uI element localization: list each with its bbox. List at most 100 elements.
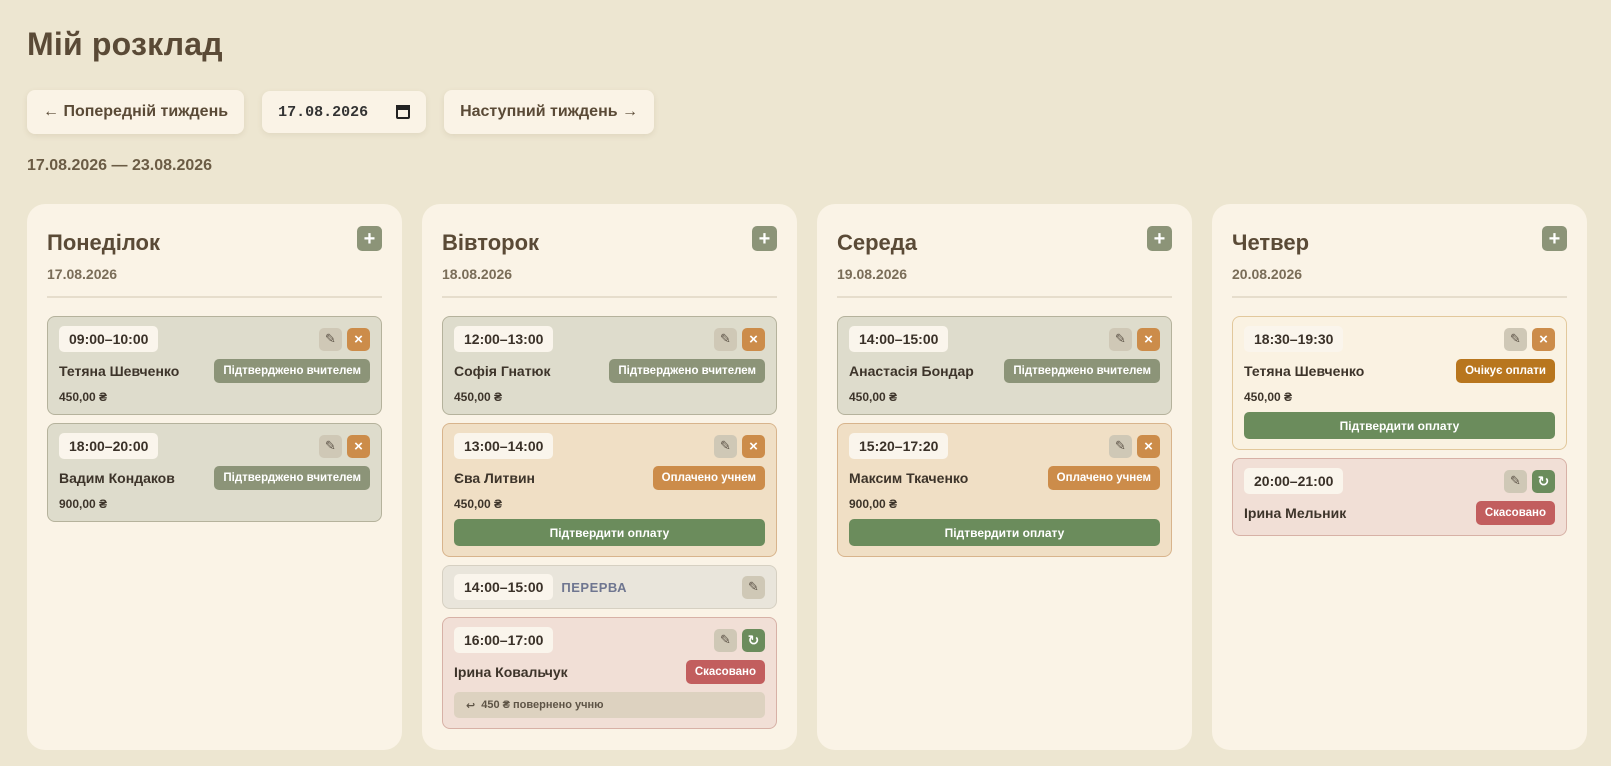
schedule-page: Мій розклад ← Попередній тиждень 17.08.2… [0, 0, 1611, 766]
lesson-price: 450,00 ₴ [59, 390, 108, 404]
pencil-icon[interactable]: ✎ [319, 434, 342, 458]
lesson-price: 450,00 ₴ [849, 390, 898, 404]
student-name: Тетяна Шевченко [1244, 363, 1365, 379]
lesson-card[interactable]: 16:00–17:00 ✎ ↻ Ірина Ковальчук Скасован… [442, 617, 777, 729]
status-badge: Скасовано [1475, 501, 1555, 525]
lesson-price: 450,00 ₴ [454, 390, 503, 404]
close-icon[interactable]: × [1137, 327, 1160, 351]
lesson-time: 18:30–19:30 [1244, 326, 1344, 352]
status-badge: Скасовано [685, 660, 765, 684]
plus-icon: + [1548, 227, 1561, 250]
close-icon[interactable]: × [1137, 434, 1160, 458]
plus-icon: + [758, 227, 771, 250]
student-name: Ірина Ковальчук [454, 664, 568, 680]
calendar-icon[interactable] [396, 105, 411, 119]
confirm-payment-button[interactable]: Підтвердити оплату [849, 519, 1160, 546]
lesson-time: 16:00–17:00 [454, 627, 554, 653]
lesson-card[interactable]: 14:00–15:00 ✎ × Анастасія Бондар Підтвер… [837, 316, 1172, 415]
lesson-card[interactable]: 20:00–21:00 ✎ ↻ Ірина Мельник Скасовано [1232, 458, 1567, 536]
add-lesson-button[interactable]: + [357, 226, 382, 251]
pencil-icon[interactable]: ✎ [714, 434, 737, 458]
close-icon[interactable]: × [347, 327, 370, 351]
lesson-card[interactable]: 12:00–13:00 ✎ × Софія Гнатюк Підтверджен… [442, 316, 777, 415]
add-lesson-button[interactable]: + [1147, 226, 1172, 251]
close-icon[interactable]: × [1532, 327, 1555, 351]
student-name: Єва Литвин [454, 470, 536, 486]
confirm-payment-button[interactable]: Підтвердити оплату [454, 519, 765, 546]
week-navigation: ← Попередній тиждень 17.08.2026 Наступни… [27, 90, 655, 134]
status-badge: Очікує оплати [1456, 359, 1555, 383]
pencil-icon[interactable]: ✎ [1109, 327, 1132, 351]
lesson-card[interactable]: 13:00–14:00 ✎ × Єва Литвин Оплачено учне… [442, 423, 777, 557]
pencil-icon[interactable]: ✎ [319, 327, 342, 351]
lesson-time: 18:00–20:00 [59, 433, 159, 459]
add-lesson-button[interactable]: + [752, 226, 777, 251]
lesson-price: 900,00 ₴ [849, 497, 898, 511]
day-column-tuesday: Вівторок + 18.08.2026 12:00–13:00 ✎ × Со… [422, 204, 797, 750]
divider [47, 296, 382, 298]
day-date: 17.08.2026 [47, 266, 118, 282]
student-name: Вадим Кондаков [59, 470, 175, 486]
day-date: 18.08.2026 [442, 266, 513, 282]
page-title: Мій розклад [27, 26, 223, 62]
day-date: 19.08.2026 [837, 266, 908, 282]
break-time: 14:00–15:00 [454, 574, 554, 600]
date-picker-value: 17.08.2026 [278, 103, 369, 121]
pencil-icon[interactable]: ✎ [714, 327, 737, 351]
student-name: Максим Ткаченко [849, 470, 969, 486]
day-name: Вівторок [442, 230, 540, 255]
status-badge: Оплачено учнем [1047, 466, 1160, 490]
close-icon[interactable]: × [742, 434, 765, 458]
day-name: Середа [837, 230, 917, 255]
lesson-price: 450,00 ₴ [1244, 390, 1293, 404]
week-range: 17.08.2026 — 23.08.2026 [27, 157, 213, 174]
restore-icon[interactable]: ↻ [742, 628, 765, 652]
lesson-card[interactable]: 18:00–20:00 ✎ × Вадим Кондаков Підтвердж… [47, 423, 382, 522]
status-badge: Підтверджено вчителем [1004, 359, 1160, 383]
day-date: 20.08.2026 [1232, 266, 1303, 282]
status-badge: Підтверджено вчителем [609, 359, 765, 383]
restore-icon[interactable]: ↻ [1532, 469, 1555, 493]
divider [837, 296, 1172, 298]
lesson-time: 15:20–17:20 [849, 433, 949, 459]
previous-week-button[interactable]: ← Попередній тиждень [27, 90, 245, 134]
plus-icon: + [363, 227, 376, 250]
next-week-button[interactable]: Наступний тиждень → [444, 90, 655, 134]
lesson-time: 20:00–21:00 [1244, 468, 1344, 494]
pencil-icon[interactable]: ✎ [1504, 327, 1527, 351]
student-name: Ірина Мельник [1244, 505, 1347, 521]
date-picker-input[interactable]: 17.08.2026 [262, 91, 427, 133]
pencil-icon[interactable]: ✎ [742, 575, 765, 599]
lesson-price: 900,00 ₴ [59, 497, 108, 511]
close-icon[interactable]: × [742, 327, 765, 351]
lesson-time: 14:00–15:00 [849, 326, 949, 352]
refund-note: ↩ 450 ₴ повернено учню [454, 692, 765, 718]
lesson-card[interactable]: 15:20–17:20 ✎ × Максим Ткаченко Оплачено… [837, 423, 1172, 557]
return-arrow-icon: ↩ [466, 699, 476, 712]
confirm-payment-button[interactable]: Підтвердити оплату [1244, 412, 1555, 439]
status-badge: Підтверджено вчителем [214, 359, 370, 383]
refund-text: 450 ₴ повернено учню [481, 699, 604, 711]
lesson-time: 09:00–10:00 [59, 326, 159, 352]
plus-icon: + [1153, 227, 1166, 250]
status-badge: Оплачено учнем [652, 466, 765, 490]
pencil-icon[interactable]: ✎ [1504, 469, 1527, 493]
lesson-card[interactable]: 18:30–19:30 ✎ × Тетяна Шевченко Очікує о… [1232, 316, 1567, 450]
day-name: Четвер [1232, 230, 1310, 255]
pencil-icon[interactable]: ✎ [1109, 434, 1132, 458]
lesson-time: 12:00–13:00 [454, 326, 554, 352]
add-lesson-button[interactable]: + [1542, 226, 1567, 251]
close-icon[interactable]: × [347, 434, 370, 458]
day-name: Понеділок [47, 230, 160, 255]
divider [1232, 296, 1567, 298]
break-label: ПЕРЕРВА [561, 579, 628, 595]
day-column-monday: Понеділок + 17.08.2026 09:00–10:00 ✎ × Т… [27, 204, 402, 750]
lesson-time: 13:00–14:00 [454, 433, 554, 459]
student-name: Анастасія Бондар [849, 363, 974, 379]
break-card[interactable]: 14:00–15:00 ПЕРЕРВА ✎ [442, 565, 777, 609]
lesson-card[interactable]: 09:00–10:00 ✎ × Тетяна Шевченко Підтверд… [47, 316, 382, 415]
pencil-icon[interactable]: ✎ [714, 628, 737, 652]
day-column-wednesday: Середа + 19.08.2026 14:00–15:00 ✎ × Анас… [817, 204, 1192, 750]
student-name: Тетяна Шевченко [59, 363, 180, 379]
student-name: Софія Гнатюк [454, 363, 551, 379]
